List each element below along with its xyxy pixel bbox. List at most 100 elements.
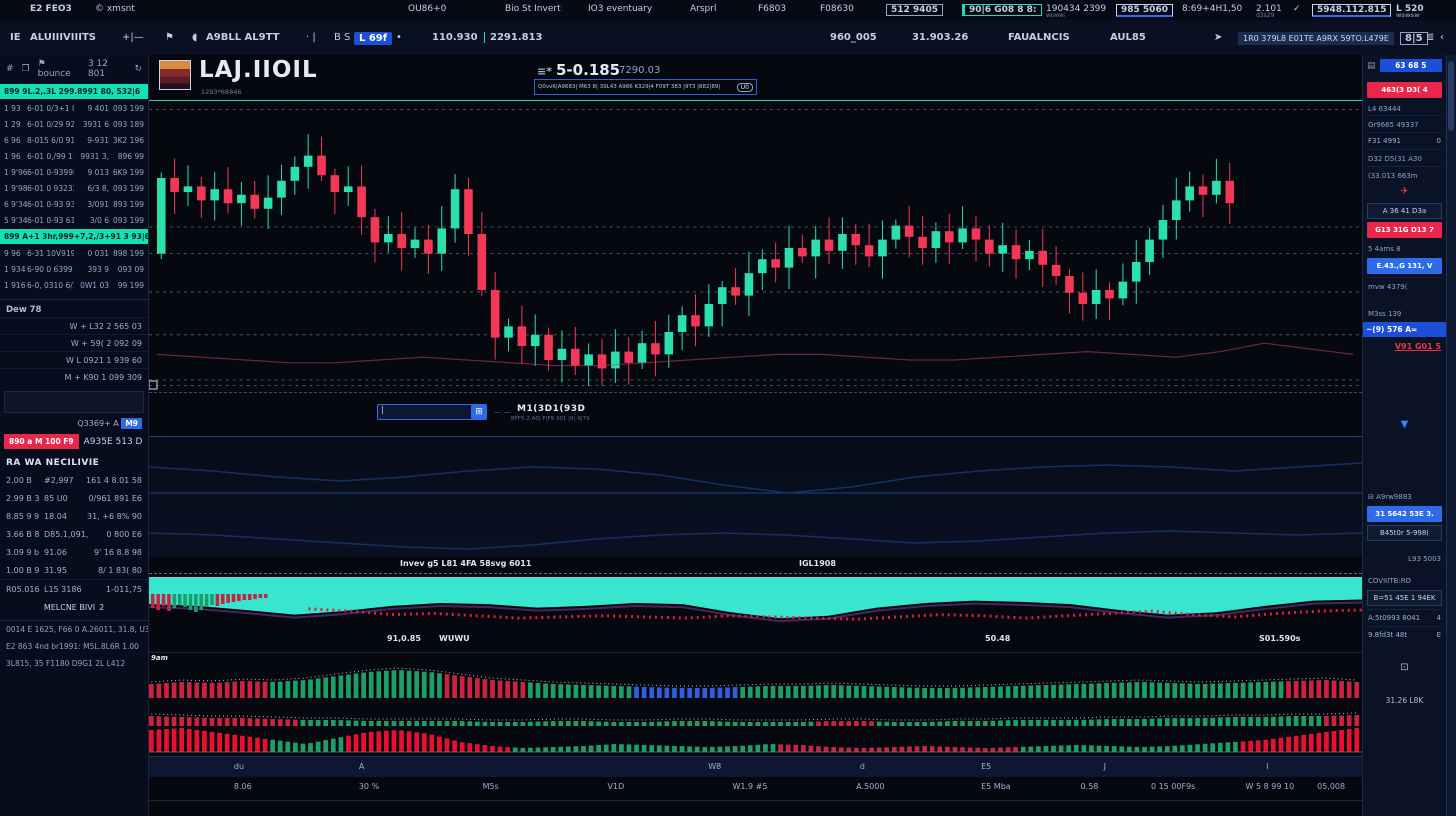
grid-icon[interactable]: ▤ <box>1367 61 1376 71</box>
panel-button[interactable]: B=51 45E 1 94EK <box>1367 590 1442 606</box>
buy-button[interactable]: 31 5642 53E 3. <box>1367 506 1442 522</box>
menu-item[interactable]: 5948.112.815 <box>1312 4 1391 17</box>
menu-item[interactable]: Bio St Invert <box>505 4 561 14</box>
selected-row[interactable]: ~(9) 576 A= <box>1363 322 1446 337</box>
footer-header[interactable]: I <box>1266 762 1268 771</box>
menu-item[interactable]: ✓ <box>1293 4 1301 14</box>
panel-button[interactable]: A 36 41 D3a <box>1367 203 1442 219</box>
oscillator-panel[interactable] <box>149 573 1362 632</box>
table-row[interactable]: 1 966-01 0,/99 1+69931 3,896 99 <box>0 148 148 164</box>
refresh-icon[interactable]: ↻ <box>134 64 142 74</box>
apply-button[interactable]: ⊞ <box>471 404 487 420</box>
buy-button[interactable]: E.43.,G 131, V <box>1367 258 1442 274</box>
money-row[interactable]: 2.00 B#2,997161 4 8.01 58 <box>0 471 148 489</box>
send-icon[interactable]: ✈ <box>1367 183 1442 200</box>
menu-item[interactable]: © xmsnt <box>95 4 135 14</box>
menu-item[interactable]: IO3 eventuary <box>588 4 652 14</box>
menu-item[interactable]: 90|6 G08 8 8: <box>962 4 1042 16</box>
footer-header[interactable]: A <box>359 762 364 771</box>
footer-header[interactable]: W8 <box>708 762 721 771</box>
menu-item[interactable]: Arsprl <box>690 4 716 14</box>
histogram-panel[interactable]: 9am <box>149 652 1362 756</box>
footer-header[interactable]: E5 <box>981 762 991 771</box>
table-row[interactable]: 1 296-01 0/29 923931 6093 189 <box>0 116 148 132</box>
scrollbar[interactable] <box>1446 55 1456 816</box>
counter-label[interactable]: 3 12 801 <box>88 59 127 79</box>
money-row[interactable]: 8.85 9 918.0431, +6 8% 90 <box>0 507 148 525</box>
menu-item[interactable]: F08630 <box>820 4 854 14</box>
money-row[interactable]: 3.66 B 8D85.1,091,0 800 E6 <box>0 525 148 543</box>
field-row[interactable]: A:5t0993 80414 <box>1367 609 1442 626</box>
toolbar-item[interactable]: B S <box>334 32 350 43</box>
toolbar-item[interactable]: IE <box>10 32 21 43</box>
menu-item[interactable]: E2 FEO3 <box>30 4 72 14</box>
menu-item[interactable]: 190434 2399wuwei <box>1046 4 1106 18</box>
footer-header[interactable]: d <box>860 762 865 771</box>
table-row[interactable]: 1 9'966-01 0-9399K9 0136K9 199 <box>0 164 148 180</box>
folder-icon[interactable]: ❐ <box>22 64 30 74</box>
toolbar-item[interactable]: ‹ <box>1440 32 1444 43</box>
sell-button[interactable]: G13 31G D13 7 <box>1367 222 1442 238</box>
highlighted-order-row[interactable]: 899 A+1 3hr,999+7,2,/3+91 3 93|6 <box>0 229 148 244</box>
menu-item[interactable]: 8:69+4H1,50 <box>1182 4 1242 14</box>
hash-icon[interactable]: # <box>6 64 14 74</box>
menu-item[interactable]: OU86+0 <box>408 4 446 14</box>
crescent-icon[interactable]: ◖ <box>192 32 197 43</box>
toolbar-item[interactable]: FAUALNCIS <box>1008 32 1070 43</box>
toolbar-item[interactable]: ALUIIIVIIITS <box>30 32 96 43</box>
toolbar-item[interactable]: 31.903.26 <box>912 32 968 43</box>
footer-header[interactable]: J <box>1104 762 1106 771</box>
menu-item[interactable]: 512 9405 <box>886 4 943 16</box>
toolbar-item[interactable]: 110.930 <box>432 32 485 43</box>
cell: 093 199 <box>112 216 144 225</box>
scrollbar-thumb[interactable] <box>1448 61 1454 131</box>
quote-chip[interactable]: M9 <box>121 418 142 429</box>
toolbar-item[interactable]: ≣ <box>1426 32 1434 43</box>
toolbar-item[interactable]: · | <box>306 32 316 43</box>
toolbar-item[interactable]: • <box>396 32 402 43</box>
toolbar-item[interactable]: 960_005 <box>830 32 877 43</box>
money-row[interactable]: 1.00 B 931.958/ 1 83( 80 <box>0 561 148 579</box>
menu-item[interactable]: 2.101d3s29 <box>1256 4 1282 18</box>
table-row[interactable]: 5 9'346-01 0-93 6143/0 6093 199 <box>0 212 148 228</box>
sidebar-input[interactable] <box>4 391 144 413</box>
toolbar-item[interactable]: 8|5 <box>1400 32 1428 45</box>
rp-active-tab[interactable]: 63 68 5 <box>1380 59 1442 72</box>
table-row[interactable]: 6 968-015 6/0 9169-9313K2 196 <box>0 132 148 148</box>
flag-bounce[interactable]: ⚑ bounce <box>38 59 80 79</box>
menu-item[interactable]: 985 5060 <box>1116 4 1173 17</box>
table-row[interactable]: 6 9'346-01 0-93 93-63/091893 199 <box>0 196 148 212</box>
table-row[interactable]: 1 936-01 0/3+1 889 401093 199 <box>0 100 148 116</box>
footer-header[interactable]: du <box>234 762 244 771</box>
indicator-input[interactable]: | <box>377 404 477 420</box>
field-row[interactable]: F31 49910 <box>1367 132 1442 149</box>
toolbar-item[interactable]: ➤ <box>1214 32 1222 43</box>
toolbar-item[interactable]: +|— <box>122 32 144 43</box>
toolbar-item[interactable]: A9BLL AL9TT <box>206 32 280 43</box>
highlighted-order-row[interactable]: 899 9L.2,.3L 299.8991 80, 532|6 <box>0 84 148 99</box>
alert-value[interactable]: V91 G01 5 <box>1367 339 1442 354</box>
menu-item[interactable]: F6803 <box>758 4 786 14</box>
symbol-thumbnail[interactable] <box>159 60 191 90</box>
table-row[interactable]: 1 9346-90 0 6399 93393 9093 09 <box>0 261 148 277</box>
money-row[interactable]: 3.09 9 b91.069' 16 8.8 98 <box>0 543 148 561</box>
dropdown-icon[interactable]: ▼ <box>1367 416 1442 433</box>
toolbar-item[interactable]: 2291.813 <box>490 32 543 43</box>
sell-button[interactable]: 463(3 D3( 4 <box>1367 82 1442 98</box>
toolbar-item[interactable]: AUL85 <box>1110 32 1146 43</box>
menu-item[interactable]: L 520wswsw <box>1396 4 1424 18</box>
field-row[interactable]: 9.8fd3t 48tE <box>1367 626 1442 643</box>
toolbar-item[interactable]: 1R0 379L8 E01TE A9RX 59TO.L479E <box>1238 32 1394 45</box>
note-button[interactable]: U0 <box>737 83 753 92</box>
candlestick-chart[interactable] <box>149 100 1362 392</box>
table-row[interactable]: 1 9'986-01 0 932336/3 8,093 199 <box>0 180 148 196</box>
toolbar-item[interactable]: L 69f <box>354 32 392 45</box>
window-icon[interactable]: ⊡ <box>1367 659 1442 676</box>
money-row[interactable]: 2.99 B 385 U00/961 891 E6 <box>0 489 148 507</box>
pennant-icon[interactable]: ⚑ <box>165 32 174 43</box>
red-badge[interactable]: 890 a M 100 F9 <box>4 434 79 449</box>
panel-button[interactable]: B45t0r 5-998( <box>1367 525 1442 541</box>
table-row[interactable]: 9 966-31 10V919 1H0 031898 199 <box>0 245 148 261</box>
line-indicator-band[interactable] <box>149 436 1362 557</box>
table-row[interactable]: 1 9166-0, 0310 6/10W1 0399 199 <box>0 277 148 293</box>
